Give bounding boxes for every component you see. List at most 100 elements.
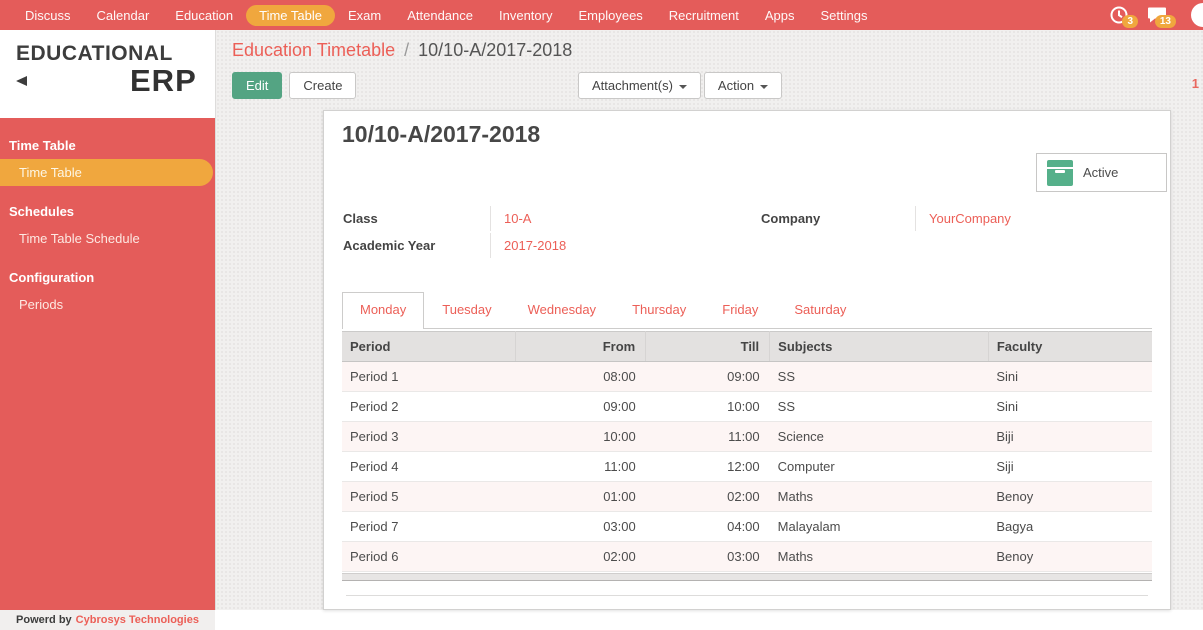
column-header-from[interactable]: From — [515, 332, 645, 362]
table-row[interactable]: Period 703:0004:00MalayalamBagya — [342, 512, 1152, 542]
table-row[interactable]: Period 501:0002:00MathsBenoy — [342, 482, 1152, 512]
tab-monday[interactable]: Monday — [342, 292, 424, 329]
column-header-till[interactable]: Till — [646, 332, 770, 362]
cell-till[interactable]: 11:00 — [646, 422, 770, 452]
cell-till[interactable]: 12:00 — [646, 452, 770, 482]
cell-from[interactable]: 11:00 — [515, 452, 645, 482]
top-menu-item-attendance[interactable]: Attendance — [394, 5, 486, 26]
cell-faculty[interactable]: Bagya — [988, 512, 1152, 542]
table-horizontal-scrollbar[interactable] — [342, 573, 1152, 581]
edit-button[interactable]: Edit — [232, 72, 282, 99]
logo-pencil-graphic — [16, 68, 128, 94]
cell-faculty[interactable]: Benoy — [988, 482, 1152, 512]
cell-till[interactable]: 10:00 — [646, 392, 770, 422]
tab-thursday[interactable]: Thursday — [614, 292, 704, 328]
attachments-dropdown-button[interactable]: Attachment(s) — [578, 72, 701, 99]
top-menu-item-time-table[interactable]: Time Table — [246, 5, 335, 26]
tab-tuesday[interactable]: Tuesday — [424, 292, 509, 328]
cell-faculty[interactable]: Biji — [988, 422, 1152, 452]
cell-subjects[interactable]: SS — [770, 392, 989, 422]
active-toggle-label: Active — [1083, 165, 1118, 180]
top-navbar: DiscussCalendarEducationTime TableExamAt… — [0, 0, 1203, 30]
cell-subjects[interactable]: Maths — [770, 482, 989, 512]
cell-period[interactable]: Period 3 — [342, 422, 515, 452]
sidebar-item-periods[interactable]: Periods — [0, 291, 215, 318]
cell-till[interactable]: 02:00 — [646, 482, 770, 512]
form-sheet: 10/10-A/2017-2018 Active Class10-AAcadem… — [323, 110, 1171, 610]
action-dropdown-button[interactable]: Action — [704, 72, 782, 99]
field-value-company[interactable]: YourCompany — [915, 206, 1152, 231]
cell-subjects[interactable]: Computer — [770, 452, 989, 482]
top-menu-item-calendar[interactable]: Calendar — [84, 5, 163, 26]
powered-by-brand-link[interactable]: Cybrosys Technologies — [76, 614, 199, 626]
pager-count[interactable]: 1 — [1192, 76, 1199, 91]
cell-from[interactable]: 09:00 — [515, 392, 645, 422]
cell-subjects[interactable]: SS — [770, 362, 989, 392]
cell-from[interactable]: 02:00 — [515, 542, 645, 572]
sidebar-menu: Time TableTime TableSchedulesTime Table … — [0, 118, 215, 318]
caret-down-icon — [679, 85, 687, 89]
table-header-row: PeriodFromTillSubjectsFaculty — [342, 332, 1152, 362]
cell-faculty[interactable]: Siji — [988, 452, 1152, 482]
sidebar: EDUCATIONAL ERP Time TableTime TableSche… — [0, 30, 215, 610]
column-header-period[interactable]: Period — [342, 332, 515, 362]
column-header-subjects[interactable]: Subjects — [770, 332, 989, 362]
cell-period[interactable]: Period 5 — [342, 482, 515, 512]
cell-subjects[interactable]: Maths — [770, 542, 989, 572]
cell-period[interactable]: Period 2 — [342, 392, 515, 422]
field-value-class[interactable]: 10-A — [490, 206, 747, 231]
control-panel-buttons: Edit Create — [232, 72, 356, 99]
top-menu-item-exam[interactable]: Exam — [335, 5, 394, 26]
cell-from[interactable]: 01:00 — [515, 482, 645, 512]
breadcrumb-parent-link[interactable]: Education Timetable — [232, 40, 395, 60]
top-menu-item-education[interactable]: Education — [162, 5, 246, 26]
field-row-company: CompanyYourCompany — [747, 206, 1152, 233]
top-menu-item-discuss[interactable]: Discuss — [12, 5, 84, 26]
sheet-divider — [346, 595, 1148, 596]
messages-chat-icon[interactable]: 13 — [1147, 5, 1167, 25]
column-header-faculty[interactable]: Faculty — [988, 332, 1152, 362]
top-menu-item-recruitment[interactable]: Recruitment — [656, 5, 752, 26]
user-avatar[interactable] — [1191, 3, 1203, 27]
top-menu-item-employees[interactable]: Employees — [565, 5, 655, 26]
activity-clock-icon[interactable]: 3 — [1109, 5, 1129, 25]
field-group: Class10-AAcademic Year2017-2018 — [342, 206, 747, 260]
field-label-company: Company — [747, 206, 915, 231]
logo-text-erp: ERP — [130, 68, 197, 94]
action-button-group: Attachment(s) Action — [578, 72, 782, 99]
cell-subjects[interactable]: Science — [770, 422, 989, 452]
app-window: DiscussCalendarEducationTime TableExamAt… — [0, 0, 1203, 630]
cell-faculty[interactable]: Sini — [988, 392, 1152, 422]
top-menu-item-apps[interactable]: Apps — [752, 5, 808, 26]
cell-faculty[interactable]: Benoy — [988, 542, 1152, 572]
cell-till[interactable]: 03:00 — [646, 542, 770, 572]
cell-period[interactable]: Period 1 — [342, 362, 515, 392]
table-row[interactable]: Period 209:0010:00SSSini — [342, 392, 1152, 422]
cell-period[interactable]: Period 4 — [342, 452, 515, 482]
cell-faculty[interactable]: Sini — [988, 362, 1152, 392]
table-row[interactable]: Period 602:0003:00MathsBenoy — [342, 542, 1152, 572]
cell-from[interactable]: 10:00 — [515, 422, 645, 452]
field-value-academic-year[interactable]: 2017-2018 — [490, 233, 747, 258]
cell-period[interactable]: Period 7 — [342, 512, 515, 542]
field-groups: Class10-AAcademic Year2017-2018CompanyYo… — [342, 206, 1152, 260]
cell-till[interactable]: 04:00 — [646, 512, 770, 542]
cell-from[interactable]: 03:00 — [515, 512, 645, 542]
sidebar-item-time-table-schedule[interactable]: Time Table Schedule — [0, 225, 215, 252]
top-menu-item-settings[interactable]: Settings — [808, 5, 881, 26]
field-label-academic-year: Academic Year — [342, 233, 490, 258]
table-row[interactable]: Period 108:0009:00SSSini — [342, 362, 1152, 392]
cell-till[interactable]: 09:00 — [646, 362, 770, 392]
table-row[interactable]: Period 310:0011:00ScienceBiji — [342, 422, 1152, 452]
tab-saturday[interactable]: Saturday — [776, 292, 864, 328]
create-button[interactable]: Create — [289, 72, 356, 99]
tab-wednesday[interactable]: Wednesday — [510, 292, 614, 328]
cell-subjects[interactable]: Malayalam — [770, 512, 989, 542]
cell-from[interactable]: 08:00 — [515, 362, 645, 392]
sidebar-item-time-table[interactable]: Time Table — [0, 159, 213, 186]
cell-period[interactable]: Period 6 — [342, 542, 515, 572]
active-toggle-button[interactable]: Active — [1036, 153, 1167, 192]
top-menu-item-inventory[interactable]: Inventory — [486, 5, 565, 26]
table-row[interactable]: Period 411:0012:00ComputerSiji — [342, 452, 1152, 482]
tab-friday[interactable]: Friday — [704, 292, 776, 328]
